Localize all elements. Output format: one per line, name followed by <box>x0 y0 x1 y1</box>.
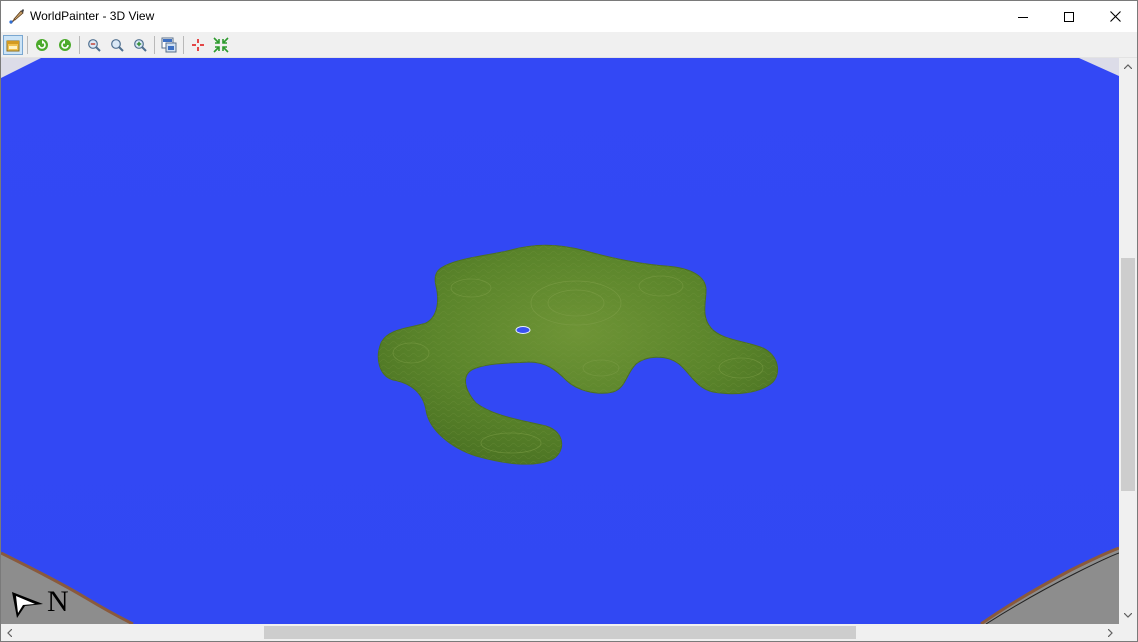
maximize-button[interactable] <box>1046 1 1092 32</box>
chevron-right-icon <box>1108 628 1113 637</box>
rotate-left-button[interactable] <box>32 35 52 55</box>
always-on-top-button[interactable] <box>3 35 23 55</box>
move-to-spawn-button[interactable] <box>188 35 208 55</box>
rotate-cw-icon <box>59 39 71 51</box>
compass-arrow-icon <box>12 592 43 618</box>
center-arrows-icon <box>213 37 229 53</box>
rotate-ccw-icon <box>36 39 48 51</box>
minimize-button[interactable] <box>1000 1 1046 32</box>
toolbar-separator <box>27 36 28 54</box>
toolbar-separator <box>79 36 80 54</box>
scroll-up-button[interactable] <box>1119 58 1137 75</box>
window-title: WorldPainter - 3D View <box>30 9 155 23</box>
chevron-left-icon <box>7 628 12 637</box>
close-button[interactable] <box>1092 1 1138 32</box>
vertical-scrollbar[interactable] <box>1119 58 1137 624</box>
export-image-button[interactable] <box>159 35 179 55</box>
compass: N <box>11 585 75 620</box>
crosshair-icon <box>192 39 204 51</box>
scroll-right-button[interactable] <box>1102 624 1119 641</box>
zoom-out-icon <box>88 39 101 52</box>
title-bar[interactable]: WorldPainter - 3D View <box>1 1 1137 32</box>
toolbar-separator <box>183 36 184 54</box>
horizontal-scrollbar[interactable] <box>1 624 1119 641</box>
close-icon <box>1109 11 1121 22</box>
vertical-scroll-thumb[interactable] <box>1121 258 1135 491</box>
worldpainter-app-icon[interactable] <box>8 8 25 25</box>
island-pond <box>515 326 531 334</box>
toolbar-separator <box>154 36 155 54</box>
scroll-down-button[interactable] <box>1119 607 1137 624</box>
compass-north-label: N <box>47 585 69 618</box>
pin-window-icon <box>6 40 20 52</box>
rotate-right-button[interactable] <box>55 35 75 55</box>
zoom-in-button[interactable] <box>130 35 150 55</box>
zoom-reset-button[interactable] <box>107 35 127 55</box>
export-image-icon <box>161 37 177 53</box>
zoom-reset-icon <box>111 39 124 52</box>
3d-viewport[interactable]: N <box>1 58 1119 624</box>
zoom-in-icon <box>134 39 147 52</box>
chevron-up-icon <box>1124 64 1132 69</box>
horizontal-scroll-thumb[interactable] <box>264 626 856 639</box>
app-window: WorldPainter - 3D View N <box>0 0 1138 642</box>
toolbar <box>1 32 1137 58</box>
maximize-icon <box>1064 11 1074 22</box>
terrain-render <box>1 58 1119 624</box>
scroll-left-button[interactable] <box>1 624 18 641</box>
chevron-down-icon <box>1124 613 1132 618</box>
move-to-origin-button[interactable] <box>211 35 231 55</box>
scrollbar-corner <box>1119 624 1137 641</box>
minimize-icon <box>1018 16 1028 18</box>
zoom-out-button[interactable] <box>84 35 104 55</box>
